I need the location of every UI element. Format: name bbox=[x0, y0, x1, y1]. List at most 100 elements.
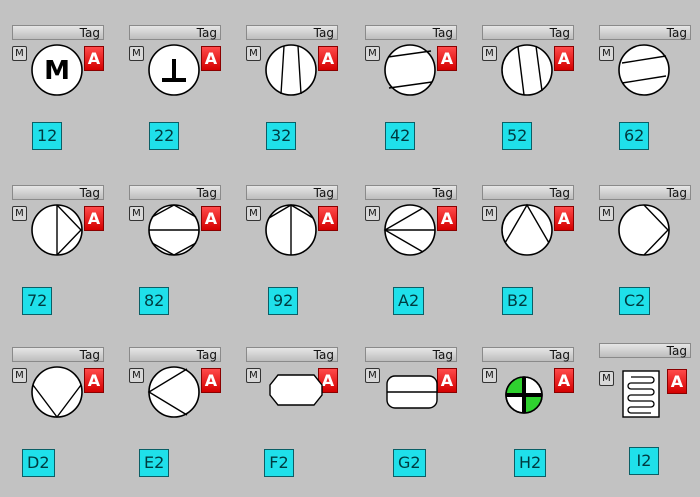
symbol-cell-42[interactable]: Tag M A 42 bbox=[365, 25, 465, 155]
manual-button[interactable]: M bbox=[246, 368, 261, 383]
manual-button[interactable]: M bbox=[129, 46, 144, 61]
pump-angled-lines-icon[interactable] bbox=[500, 43, 554, 97]
coil-heat-exchanger-icon[interactable] bbox=[621, 369, 661, 419]
tag-field[interactable]: Tag bbox=[365, 25, 457, 40]
symbol-number: 22 bbox=[149, 122, 180, 150]
pump-triangle-right-icon[interactable] bbox=[147, 203, 201, 257]
octagon-tank-icon[interactable] bbox=[268, 373, 324, 407]
tag-field[interactable]: Tag bbox=[12, 185, 104, 200]
symbol-cell-72[interactable]: Tag M A 72 bbox=[12, 185, 112, 315]
manual-button[interactable]: M bbox=[129, 206, 144, 221]
symbol-number: 32 bbox=[266, 122, 297, 150]
auto-button[interactable]: A bbox=[554, 46, 574, 71]
symbol-cell-E2[interactable]: Tag M A E2 bbox=[129, 347, 229, 477]
symbol-number: F2 bbox=[264, 449, 294, 477]
auto-button[interactable]: A bbox=[201, 368, 221, 393]
manual-button[interactable]: M bbox=[12, 46, 27, 61]
manual-button[interactable]: M bbox=[12, 368, 27, 383]
auto-button[interactable]: A bbox=[437, 368, 457, 393]
symbol-cell-G2[interactable]: Tag M A G2 bbox=[365, 347, 465, 477]
symbol-cell-A2[interactable]: Tag M A A2 bbox=[365, 185, 465, 315]
pump-triangle-left-icon[interactable] bbox=[383, 203, 437, 257]
tag-field[interactable]: Tag bbox=[129, 347, 221, 362]
auto-button[interactable]: A bbox=[667, 369, 687, 394]
symbol-number: 72 bbox=[22, 287, 53, 315]
tag-field[interactable]: Tag bbox=[246, 347, 338, 362]
auto-button[interactable]: A bbox=[437, 46, 457, 71]
pump-angled-lines-icon[interactable] bbox=[383, 43, 437, 97]
auto-button[interactable]: A bbox=[84, 46, 104, 71]
tag-field[interactable]: Tag bbox=[482, 25, 574, 40]
manual-button[interactable]: M bbox=[482, 206, 497, 221]
symbol-cell-22[interactable]: Tag M A 22 bbox=[129, 25, 229, 155]
pump-triangle-up-icon[interactable] bbox=[500, 203, 554, 257]
auto-button[interactable]: A bbox=[554, 368, 574, 393]
tag-field[interactable]: Tag bbox=[12, 347, 104, 362]
manual-button[interactable]: M bbox=[365, 368, 380, 383]
pump-angled-lines-icon[interactable] bbox=[617, 43, 671, 97]
symbol-number: 42 bbox=[385, 122, 416, 150]
auto-button[interactable]: A bbox=[318, 46, 338, 71]
symbol-number: 92 bbox=[268, 287, 299, 315]
manual-button[interactable]: M bbox=[599, 206, 614, 221]
pump-arrow-down-icon[interactable] bbox=[30, 365, 84, 419]
manual-button[interactable]: M bbox=[482, 46, 497, 61]
tag-field[interactable]: Tag bbox=[246, 25, 338, 40]
symbol-number: A2 bbox=[393, 287, 425, 315]
manual-button[interactable]: M bbox=[12, 206, 27, 221]
motor-m-icon[interactable]: M bbox=[30, 43, 84, 97]
rounded-tank-icon[interactable] bbox=[385, 374, 439, 410]
auto-button[interactable]: A bbox=[318, 206, 338, 231]
manual-button[interactable]: M bbox=[482, 368, 497, 383]
tag-field[interactable]: Tag bbox=[482, 347, 574, 362]
auto-button[interactable]: A bbox=[84, 206, 104, 231]
symbol-cell-D2[interactable]: Tag M A D2 bbox=[12, 347, 112, 477]
manual-button[interactable]: M bbox=[365, 46, 380, 61]
auto-button[interactable]: A bbox=[201, 206, 221, 231]
symbol-number: H2 bbox=[514, 449, 547, 477]
tag-field[interactable]: Tag bbox=[599, 343, 691, 358]
symbol-cell-B2[interactable]: Tag M A B2 bbox=[482, 185, 582, 315]
symbol-cell-F2[interactable]: Tag M A F2 bbox=[246, 347, 346, 477]
symbol-cell-C2[interactable]: Tag M A C2 bbox=[599, 185, 699, 315]
pump-triangle-right-icon[interactable] bbox=[30, 203, 84, 257]
tag-field[interactable]: Tag bbox=[365, 185, 457, 200]
tag-field[interactable]: Tag bbox=[365, 347, 457, 362]
auto-button[interactable]: A bbox=[554, 206, 574, 231]
tag-field[interactable]: Tag bbox=[599, 185, 691, 200]
manual-button[interactable]: M bbox=[599, 46, 614, 61]
symbol-number: G2 bbox=[393, 449, 426, 477]
auto-button[interactable]: A bbox=[84, 368, 104, 393]
pump-arrow-left-icon[interactable] bbox=[147, 365, 201, 419]
symbol-number: E2 bbox=[139, 449, 170, 477]
manual-button[interactable]: M bbox=[246, 206, 261, 221]
symbol-cell-I2[interactable]: Tag M A I2 bbox=[599, 343, 699, 475]
symbol-cell-62[interactable]: Tag M A 62 bbox=[599, 25, 699, 155]
manual-button[interactable]: M bbox=[246, 46, 261, 61]
symbol-number: 62 bbox=[619, 122, 650, 150]
tag-field[interactable]: Tag bbox=[12, 25, 104, 40]
symbol-cell-82[interactable]: Tag M A 82 bbox=[129, 185, 229, 315]
symbol-cell-92[interactable]: Tag M A 92 bbox=[246, 185, 346, 315]
auto-button[interactable]: A bbox=[437, 206, 457, 231]
pump-triangle-down-icon[interactable] bbox=[264, 203, 318, 257]
symbol-number: C2 bbox=[619, 287, 651, 315]
tag-field[interactable]: Tag bbox=[482, 185, 574, 200]
manual-button[interactable]: M bbox=[129, 368, 144, 383]
manual-button[interactable]: M bbox=[365, 206, 380, 221]
tag-field[interactable]: Tag bbox=[246, 185, 338, 200]
symbol-number: 82 bbox=[139, 287, 170, 315]
pump-arrow-right-icon[interactable] bbox=[617, 203, 671, 257]
tag-field[interactable]: Tag bbox=[599, 25, 691, 40]
auto-button[interactable]: A bbox=[201, 46, 221, 71]
motor-inverted-t-icon[interactable] bbox=[147, 43, 201, 97]
symbol-cell-52[interactable]: Tag M A 52 bbox=[482, 25, 582, 155]
tag-field[interactable]: Tag bbox=[129, 185, 221, 200]
green-quadrant-circle-icon[interactable] bbox=[504, 375, 544, 415]
manual-button[interactable]: M bbox=[599, 371, 614, 386]
symbol-cell-12[interactable]: Tag M A M 12 bbox=[12, 25, 112, 155]
tag-field[interactable]: Tag bbox=[129, 25, 221, 40]
symbol-cell-H2[interactable]: Tag M A H2 bbox=[482, 347, 582, 477]
symbol-cell-32[interactable]: Tag M A 32 bbox=[246, 25, 346, 155]
pump-parallel-lines-icon[interactable] bbox=[264, 43, 318, 97]
